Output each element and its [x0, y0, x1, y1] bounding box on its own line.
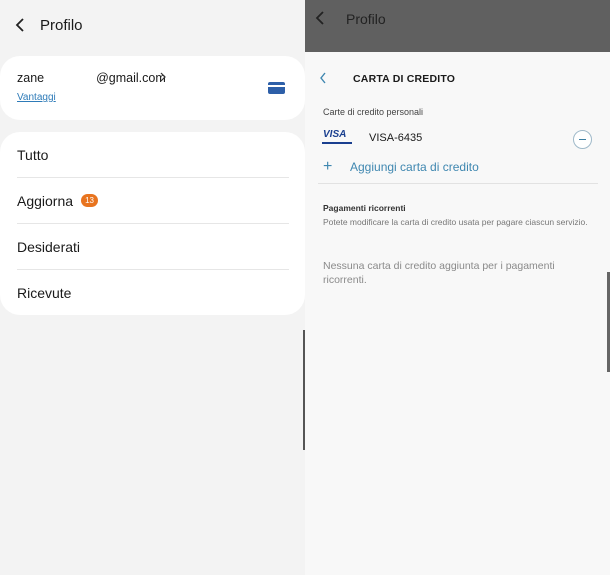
- back-arrow-icon[interactable]: [315, 10, 325, 26]
- divider: [318, 183, 598, 184]
- add-card-button[interactable]: + Aggiungi carta di credito: [323, 158, 479, 176]
- dimmed-header: Profilo: [305, 0, 610, 52]
- visa-logo-text: VISA: [323, 129, 347, 140]
- menu-item-label: Tutto: [17, 146, 49, 163]
- remove-card-button[interactable]: [573, 130, 592, 149]
- email-suffix: @gmail.com: [96, 71, 166, 85]
- page-title: Profilo: [40, 16, 83, 34]
- update-count-badge: 13: [81, 194, 99, 207]
- back-arrow-icon: [15, 18, 24, 32]
- profile-menu: Tutto Aggiorna 13 Desiderati Ricevute: [0, 132, 305, 315]
- credit-card-sheet: CARTA DI CREDITO Carte di credito person…: [305, 52, 610, 575]
- menu-item-label: Aggiorna: [17, 192, 74, 209]
- personal-cards-label: Carte di credito personali: [323, 107, 424, 117]
- back-button[interactable]: [0, 0, 40, 50]
- menu-item-ricevute[interactable]: Ricevute: [17, 270, 289, 316]
- menu-item-tutto[interactable]: Tutto: [17, 132, 289, 178]
- recurring-payments-description: Potete modificare la carta di credito us…: [323, 217, 588, 227]
- recurring-payments-title: Pagamenti ricorrenti: [323, 203, 406, 213]
- email-prefix: zane: [17, 71, 45, 85]
- benefits-link[interactable]: Vantaggi: [17, 92, 56, 103]
- account-card[interactable]: zane @gmail.com Vantaggi: [0, 56, 305, 120]
- menu-item-label: Desiderati: [17, 238, 81, 255]
- menu-item-desiderati[interactable]: Desiderati: [17, 224, 289, 270]
- chevron-right-icon[interactable]: [160, 72, 166, 82]
- recurring-empty-message: Nessuna carta di credito aggiunta per i …: [323, 260, 555, 286]
- visa-logo: VISA: [322, 129, 352, 147]
- credit-card-panel: Profilo CARTA DI CREDITO Carte di credit…: [305, 0, 610, 575]
- add-card-label: Aggiungi carta di credito: [350, 160, 479, 174]
- profile-panel: Profilo zane @gmail.com Vantaggi Tutto Ag…: [0, 0, 305, 575]
- dimmed-page-title: Profilo: [346, 11, 386, 27]
- account-email[interactable]: zane @gmail.com: [17, 71, 166, 85]
- credit-card-icon[interactable]: [268, 82, 285, 94]
- card-name[interactable]: VISA-6435: [369, 132, 422, 144]
- plus-icon: +: [323, 158, 333, 175]
- profile-header: Profilo: [0, 0, 305, 50]
- sheet-title: CARTA DI CREDITO: [353, 73, 456, 85]
- menu-item-label: Ricevute: [17, 285, 72, 301]
- back-arrow-icon[interactable]: [319, 72, 327, 84]
- menu-item-aggiorna[interactable]: Aggiorna 13: [17, 178, 289, 224]
